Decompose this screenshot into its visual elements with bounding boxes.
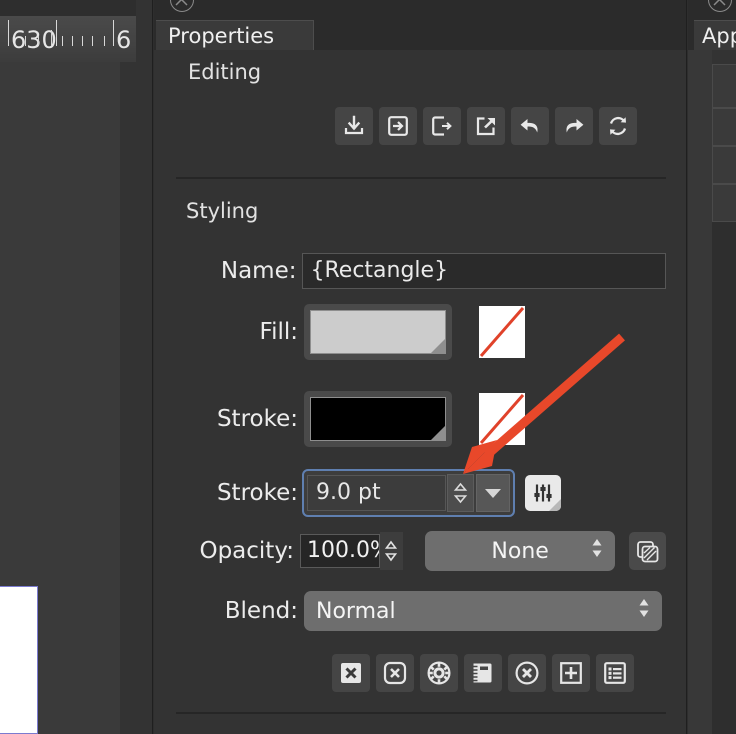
right-panel-tabbar: App	[688, 20, 736, 50]
opacity-label: Opacity:	[199, 538, 295, 564]
name-row: Name: {Rectangle}	[176, 253, 666, 289]
undo-icon[interactable]	[511, 107, 549, 145]
stroke-color-label: Stroke:	[216, 406, 298, 432]
blend-mode-dropdown[interactable]: Normal	[304, 591, 662, 631]
properties-tabbar: Properties	[154, 20, 686, 50]
right-panel-topbar	[688, 0, 736, 20]
tab-properties[interactable]: Properties	[156, 20, 314, 50]
canvas-edge-shade	[120, 0, 152, 734]
right-panel: App	[688, 0, 736, 734]
notebook-icon[interactable]	[464, 654, 502, 692]
properties-panel-topbar	[154, 0, 686, 20]
stroke-width-input[interactable]: 9.0 pt	[307, 475, 446, 511]
sliders-icon[interactable]	[525, 475, 561, 511]
opacity-spinner[interactable]	[379, 532, 404, 570]
tab-app[interactable]: App	[694, 20, 736, 50]
stroke-width-row: Stroke: 9.0 pt	[176, 469, 666, 517]
list-icon[interactable]	[596, 654, 634, 692]
share-icon[interactable]	[467, 107, 505, 145]
fill-label: Fill:	[259, 319, 298, 345]
layers-icon[interactable]	[629, 532, 667, 570]
opacity-row: Opacity: 100.0% None	[166, 531, 667, 571]
sliders-button-corner	[549, 499, 561, 511]
app-window: 630 6 Properties Editing Styling Name: {…	[0, 0, 736, 734]
stroke-width-widget[interactable]: 9.0 pt	[302, 469, 515, 517]
close-circle-icon-right[interactable]	[708, 0, 732, 12]
ruler-top-gap	[0, 0, 136, 16]
stroke-swatch-corner	[431, 426, 445, 440]
properties-panel: Properties Editing Styling Name: {Rectan…	[154, 0, 686, 734]
settings-icon[interactable]	[420, 654, 458, 692]
properties-panel-body: Editing Styling Name: {Rectangle} Fill: …	[154, 50, 686, 734]
canvas-page[interactable]	[0, 586, 38, 734]
blend-mode-value: Normal	[316, 598, 396, 624]
no-stroke-swatch[interactable]	[479, 393, 525, 445]
panel-divider-right[interactable]	[686, 0, 687, 734]
section-separator-2	[176, 712, 666, 714]
stroke-width-dropdown-icon[interactable]	[476, 474, 510, 512]
fill-row: Fill:	[176, 304, 666, 360]
ruler-label-630: 630	[11, 26, 57, 54]
panel-divider-left[interactable]	[152, 0, 153, 734]
list-item[interactable]	[712, 108, 736, 146]
blend-row: Blend: Normal	[166, 591, 666, 631]
horizontal-ruler[interactable]: 630 6	[0, 16, 136, 62]
list-item[interactable]	[712, 146, 736, 184]
name-label: Name:	[220, 258, 297, 284]
close-circle-icon[interactable]	[170, 0, 194, 12]
list-item[interactable]	[712, 184, 736, 222]
refresh-icon[interactable]	[599, 107, 637, 145]
clear-icon[interactable]	[376, 654, 414, 692]
opacity-mask-dropdown[interactable]: None	[425, 531, 616, 571]
stroke-width-spinner[interactable]	[447, 474, 474, 512]
opacity-input[interactable]: 100.0%	[300, 534, 380, 568]
no-fill-swatch[interactable]	[479, 306, 525, 358]
section-title-styling: Styling	[186, 199, 259, 223]
editing-toolbar	[335, 107, 637, 145]
ruler-label-next: 6	[116, 26, 132, 54]
right-panel-body	[688, 50, 736, 734]
up-down-triangles-icon	[591, 536, 603, 566]
export-icon[interactable]	[423, 107, 461, 145]
right-panel-lower-area	[712, 222, 736, 734]
delete-icon[interactable]	[332, 654, 370, 692]
list-item[interactable]	[712, 64, 736, 108]
stroke-color-row: Stroke:	[176, 391, 666, 447]
fill-swatch-corner	[431, 339, 445, 353]
fill-color-swatch[interactable]	[304, 304, 452, 360]
styling-bottom-toolbar	[332, 654, 634, 692]
add-icon[interactable]	[552, 654, 590, 692]
import-icon[interactable]	[379, 107, 417, 145]
stroke-color-swatch[interactable]	[304, 391, 452, 447]
redo-icon[interactable]	[555, 107, 593, 145]
section-separator-1	[176, 177, 666, 179]
opacity-mask-value: None	[491, 538, 549, 564]
right-panel-gutter	[688, 50, 712, 734]
section-title-editing: Editing	[188, 60, 262, 84]
up-down-triangles-icon-blend	[638, 596, 650, 626]
name-input[interactable]: {Rectangle}	[302, 253, 666, 289]
remove-icon[interactable]	[508, 654, 546, 692]
save-icon[interactable]	[335, 107, 373, 145]
canvas-area: 630 6	[0, 0, 152, 734]
blend-label: Blend:	[224, 598, 298, 624]
stroke-width-label: Stroke:	[216, 480, 298, 506]
